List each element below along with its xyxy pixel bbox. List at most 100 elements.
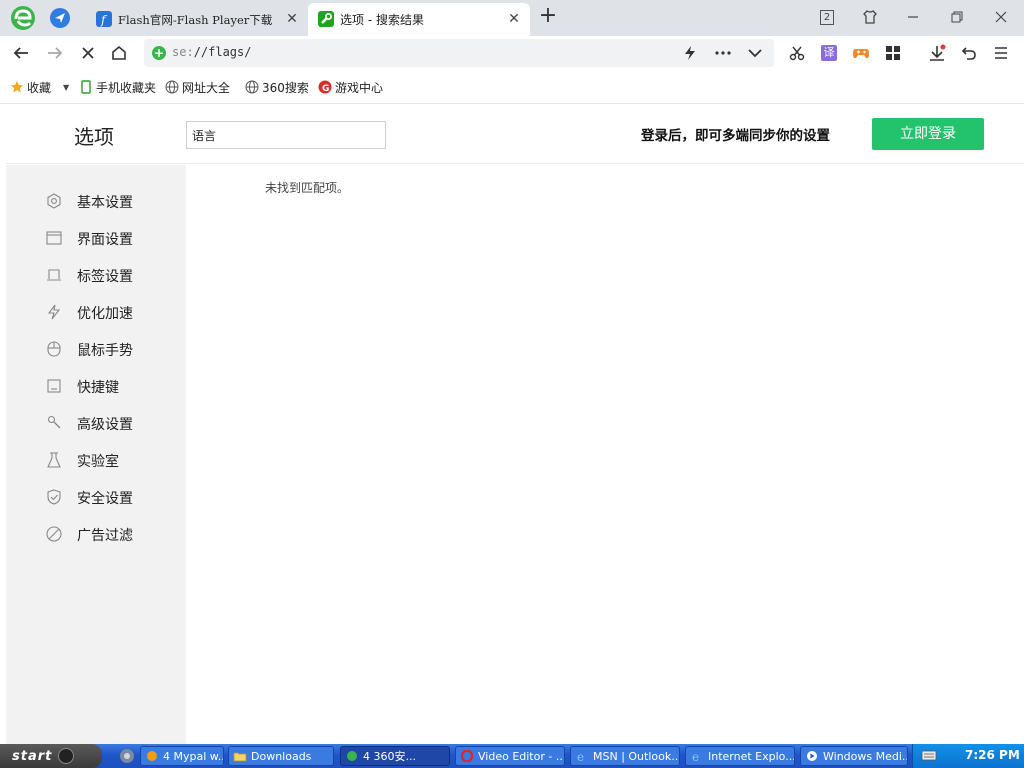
taskbar-item-msn[interactable]: e MSN | Outlook...: [570, 746, 680, 766]
lightning-icon: [45, 303, 62, 320]
windows-taskbar: start 4 Mypal w... Downloads 4 360安... V…: [0, 744, 1024, 768]
gamepad-icon: [853, 49, 869, 59]
flash-icon: f: [96, 11, 112, 27]
sidebar-item-advanced[interactable]: 高级设置: [6, 404, 186, 441]
mouse-icon: [45, 340, 62, 357]
folder-icon: [233, 749, 247, 763]
mypal-icon: [145, 749, 159, 763]
close-tab-icon[interactable]: ✕: [506, 11, 522, 27]
window-icon: [45, 229, 62, 246]
downloads-button[interactable]: [924, 40, 950, 66]
arrow-left-icon: [13, 47, 28, 59]
sidebar-item-mouse-gestures[interactable]: 鼠标手势: [6, 330, 186, 367]
bookmark-mobile-favorites[interactable]: 手机收藏夹: [79, 79, 156, 95]
pinned-site-icon[interactable]: [49, 7, 71, 29]
tab-options-search[interactable]: 选项 - 搜索结果 ✕: [308, 3, 530, 36]
translate-icon: 译: [821, 45, 837, 61]
dropdown-arrow-icon: ▼: [63, 82, 70, 92]
sidebar-item-label: 广告过滤: [77, 528, 133, 544]
quick-launch-icon[interactable]: [118, 747, 136, 765]
skin-button[interactable]: [857, 5, 883, 29]
close-tab-icon[interactable]: ✕: [284, 11, 300, 27]
game-button[interactable]: [848, 40, 874, 66]
taskbar-item-label: Video Editor - ...: [478, 749, 565, 763]
tab-strip: f Flash官网-Flash Player下载 ✕ 选项 - 搜索结果 ✕ +…: [0, 0, 1024, 36]
restore-button[interactable]: [944, 5, 970, 29]
home-button[interactable]: [106, 40, 132, 66]
home-icon: [112, 45, 126, 60]
tab-count-badge: 2: [820, 9, 834, 25]
flask-icon: [45, 451, 62, 468]
taskbar-item-internet-explorer[interactable]: e Internet Explo...: [685, 746, 795, 766]
bookmark-360-search[interactable]: 360搜索: [245, 79, 309, 95]
windows-flag-icon: [58, 748, 75, 764]
address-bar[interactable]: + se://flags/: [144, 39, 774, 67]
clock[interactable]: 7:26 PM: [965, 748, 1020, 762]
apps-button[interactable]: [880, 40, 906, 66]
sidebar-item-label: 鼠标手势: [77, 343, 133, 359]
tab-count-button[interactable]: 2: [814, 5, 840, 29]
lightning-icon[interactable]: [680, 43, 700, 63]
sidebar-item-label: 实验室: [77, 454, 119, 470]
360-browser-logo-icon[interactable]: [9, 4, 37, 32]
sync-message: 登录后，即可多端同步你的设置: [641, 128, 830, 144]
bookmark-label: 网址大全: [182, 80, 231, 95]
sidebar-item-interface[interactable]: 界面设置: [6, 219, 186, 256]
keyboard-tray-icon[interactable]: [921, 748, 937, 762]
forward-button[interactable]: [42, 40, 68, 66]
translate-button[interactable]: 译: [816, 40, 842, 66]
start-button[interactable]: start: [0, 744, 102, 768]
favorites-dropdown[interactable]: ▼: [63, 79, 69, 95]
settings-search-input[interactable]: [186, 121, 386, 149]
taskbar-item-downloads[interactable]: Downloads: [228, 746, 334, 766]
ie-icon: e: [690, 749, 704, 763]
svg-text:e: e: [692, 750, 699, 762]
sidebar-item-tabs[interactable]: 标签设置: [6, 256, 186, 293]
sidebar-item-basic[interactable]: 基本设置: [6, 182, 186, 219]
close-icon: [995, 11, 1007, 23]
favorites-button[interactable]: 收藏: [10, 79, 51, 95]
taskbar-item-label: 4 360安...: [363, 750, 416, 763]
download-icon: [930, 44, 946, 61]
taskbar-item-mypal[interactable]: 4 Mypal w...: [140, 746, 224, 766]
block-icon: [45, 525, 62, 542]
sidebar-item-security[interactable]: 安全设置: [6, 478, 186, 515]
close-window-button[interactable]: [988, 5, 1014, 29]
sidebar-item-label: 界面设置: [77, 232, 133, 248]
back-button[interactable]: [8, 40, 34, 66]
apps-grid-icon: [886, 46, 900, 60]
stop-button[interactable]: [75, 40, 101, 66]
sidebar-item-lab[interactable]: 实验室: [6, 441, 186, 478]
undo-icon: [961, 47, 976, 60]
minimize-button[interactable]: [900, 5, 926, 29]
keyboard-icon: [45, 377, 62, 394]
screenshot-button[interactable]: [784, 40, 810, 66]
new-tab-button[interactable]: +: [536, 5, 560, 29]
bookmark-game-center[interactable]: G 游戏中心: [318, 79, 383, 95]
tab-label: Flash官网-Flash Player下载: [118, 12, 273, 27]
more-icon[interactable]: [713, 43, 733, 63]
undo-close-button[interactable]: [956, 40, 982, 66]
sidebar-item-label: 快捷键: [77, 380, 119, 396]
star-icon: [10, 80, 24, 94]
menu-button[interactable]: [988, 40, 1014, 66]
sidebar-item-ad-filter[interactable]: 广告过滤: [6, 515, 186, 552]
wrench-icon: [45, 414, 62, 431]
taskbar-item-video-editor[interactable]: Video Editor - ...: [455, 746, 565, 766]
sidebar-item-optimize[interactable]: 优化加速: [6, 293, 186, 330]
tab-label: 选项 - 搜索结果: [340, 13, 424, 27]
sidebar-item-shortcuts[interactable]: 快捷键: [6, 367, 186, 404]
tab-flash[interactable]: f Flash官网-Flash Player下载 ✕: [86, 3, 308, 36]
taskbar-item-media-player[interactable]: Windows Medi...: [800, 746, 908, 766]
hamburger-menu-icon: [995, 47, 1007, 59]
taskbar-item-label: Internet Explo...: [708, 749, 795, 763]
address-url[interactable]: se://flags/: [172, 45, 251, 59]
taskbar-item-360-browser[interactable]: 4 360安...: [340, 746, 450, 766]
sidebar-item-label: 高级设置: [77, 417, 133, 433]
sidebar-item-label: 基本设置: [77, 195, 133, 211]
tab-icon: [45, 266, 62, 283]
bookmark-site-directory[interactable]: 网址大全: [165, 79, 230, 95]
chevron-down-icon[interactable]: [745, 43, 765, 63]
login-button[interactable]: 立即登录: [872, 118, 984, 150]
taskbar-item-label: Downloads: [251, 749, 312, 763]
